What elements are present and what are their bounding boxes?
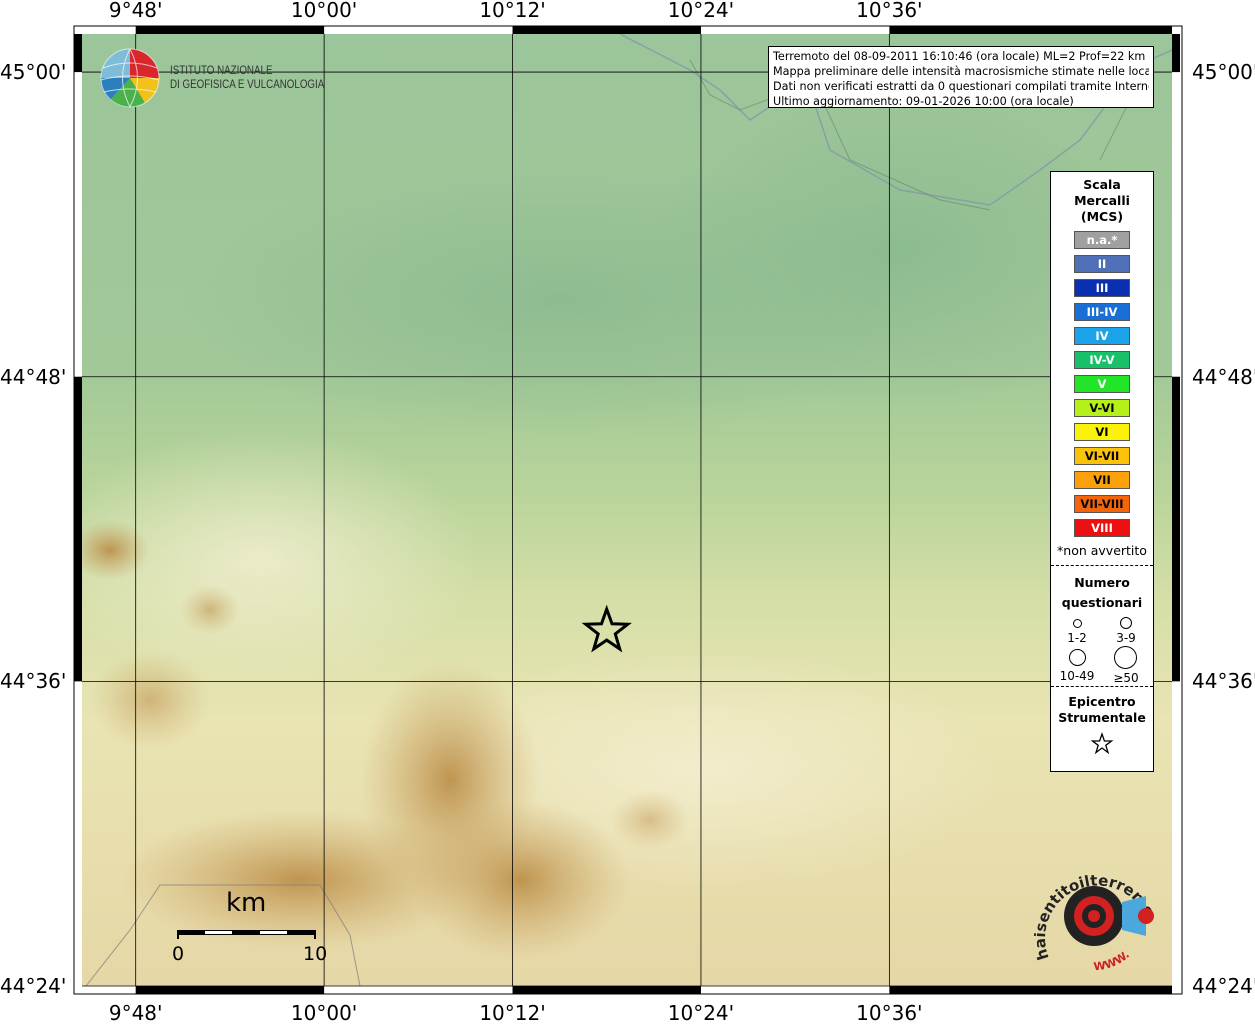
event-info-box: Terremoto del 08-09-2011 16:10:46 (ora l…	[768, 46, 1154, 108]
frame-segment	[135, 986, 325, 994]
longitude-label: 9°48'	[108, 1001, 163, 1025]
legend-swatch: VII-VIII	[1074, 495, 1130, 513]
haisentito-logo[interactable]: haisentitoilterremoto.it WWW.	[1034, 858, 1164, 978]
legend-swatch: II	[1074, 255, 1130, 273]
latitude-label: 44°24'	[0, 974, 67, 998]
circle-label-1: 1-2	[1067, 631, 1087, 645]
legend-title: Scala Mercalli (MCS)	[1051, 177, 1153, 225]
questionari-title-line-2: questionari	[1061, 595, 1143, 610]
legend-swatch: VIII	[1074, 519, 1130, 537]
longitude-label: 10°24'	[667, 1001, 735, 1025]
legend-swatch: III-IV	[1074, 303, 1130, 321]
frame-segment	[135, 26, 325, 34]
legend-divider	[1051, 565, 1153, 566]
longitude-label: 9°48'	[108, 0, 163, 22]
terrain-layer	[82, 34, 1172, 986]
legend-title-line-1: Scala	[1083, 177, 1121, 192]
intensity-swatches: n.a.* II III III-IV IV IV-V V V-VI VI VI-VII VII VI…	[1051, 231, 1153, 537]
legend-title-line-2: Mercalli	[1074, 193, 1130, 208]
scale-end-label: 10	[303, 943, 328, 965]
longitude-label: 10°36'	[856, 0, 923, 22]
legend-title-line-3: (MCS)	[1080, 209, 1124, 224]
longitude-label: 10°24'	[667, 0, 735, 22]
frame-segment	[1172, 376, 1180, 682]
latitude-label: 45°00'	[1192, 60, 1255, 85]
questionari-title-line-1: Numero	[1074, 575, 1130, 590]
frame-segment	[74, 376, 82, 682]
latitude-label: 45°00'	[0, 60, 67, 85]
brand-url: WWW.	[1093, 948, 1132, 973]
longitude-label: 10°00'	[290, 0, 358, 22]
data-note: Dati non verificati estratti da 0 questi…	[773, 80, 1149, 93]
ingv-logo-text: ISTITUTO NAZIONALE DI GEOFISICA E VULCAN…	[170, 64, 324, 92]
last-update: Ultimo aggiornamento: 09-01-2026 10:00 (…	[773, 95, 1074, 108]
legend-divider-2	[1051, 686, 1153, 687]
circle-size-1	[1073, 619, 1082, 628]
legend-swatch: VI	[1074, 423, 1130, 441]
frame-segment	[1172, 34, 1180, 73]
longitude-label: 10°12'	[479, 1001, 546, 1025]
frame-segment	[512, 26, 701, 34]
frame-segment	[889, 26, 1172, 34]
frame-segment	[74, 34, 82, 73]
epicentro-title-line-1: Epicentro	[1068, 694, 1136, 709]
circle-size-2	[1120, 617, 1132, 629]
circle-size-4	[1114, 646, 1137, 669]
legend-swatch: VI-VII	[1074, 447, 1130, 465]
legend-swatch: n.a.*	[1074, 231, 1130, 249]
legend-swatch: IV	[1074, 327, 1130, 345]
latitude-label: 44°36'	[1192, 669, 1255, 694]
frame-segment	[889, 986, 1172, 994]
logo-line-1: ISTITUTO NAZIONALE	[170, 65, 273, 77]
logo-line-2: DI GEOFISICA E VULCANOLOGIA	[170, 79, 325, 91]
epicentro-title-line-2: Strumentale	[1058, 710, 1146, 725]
legend-star-icon	[1090, 731, 1114, 755]
legend-swatch: V-VI	[1074, 399, 1130, 417]
legend-panel: Scala Mercalli (MCS) n.a.* II III III-IV IV I…	[1050, 171, 1154, 772]
longitude-label: 10°00'	[290, 1001, 358, 1025]
circle-label-2: 3-9	[1116, 631, 1136, 645]
latitude-label: 44°24'	[1192, 974, 1255, 998]
questionari-title: Numero questionari	[1051, 573, 1153, 613]
questionari-circles: 1-2 3-9 10-49 ≥50	[1051, 613, 1153, 685]
legend-swatch: V	[1074, 375, 1130, 393]
longitude-label: 10°36'	[856, 1001, 923, 1025]
scale-unit-label: km	[226, 888, 267, 918]
longitude-label: 10°12'	[479, 0, 546, 22]
event-title: Terremoto del 08-09-2011 16:10:46 (ora l…	[773, 50, 1146, 63]
frame-segment	[512, 986, 701, 994]
map-description: Mappa preliminare delle intensità macros…	[773, 65, 1149, 78]
latitude-label: 44°48'	[0, 364, 67, 389]
circle-size-3	[1069, 649, 1086, 666]
legend-swatch: VII	[1074, 471, 1130, 489]
circle-label-4: ≥50	[1113, 671, 1139, 685]
latitude-label: 44°48'	[1192, 364, 1255, 389]
legend-note: *non avvertito	[1057, 543, 1147, 558]
legend-swatch: III	[1074, 279, 1130, 297]
legend-swatch: IV-V	[1074, 351, 1130, 369]
latitude-label: 44°36'	[0, 669, 67, 694]
circle-label-3: 10-49	[1059, 669, 1095, 683]
epicentro-title: Epicentro Strumentale	[1051, 694, 1153, 726]
scale-start-label: 0	[172, 943, 185, 965]
